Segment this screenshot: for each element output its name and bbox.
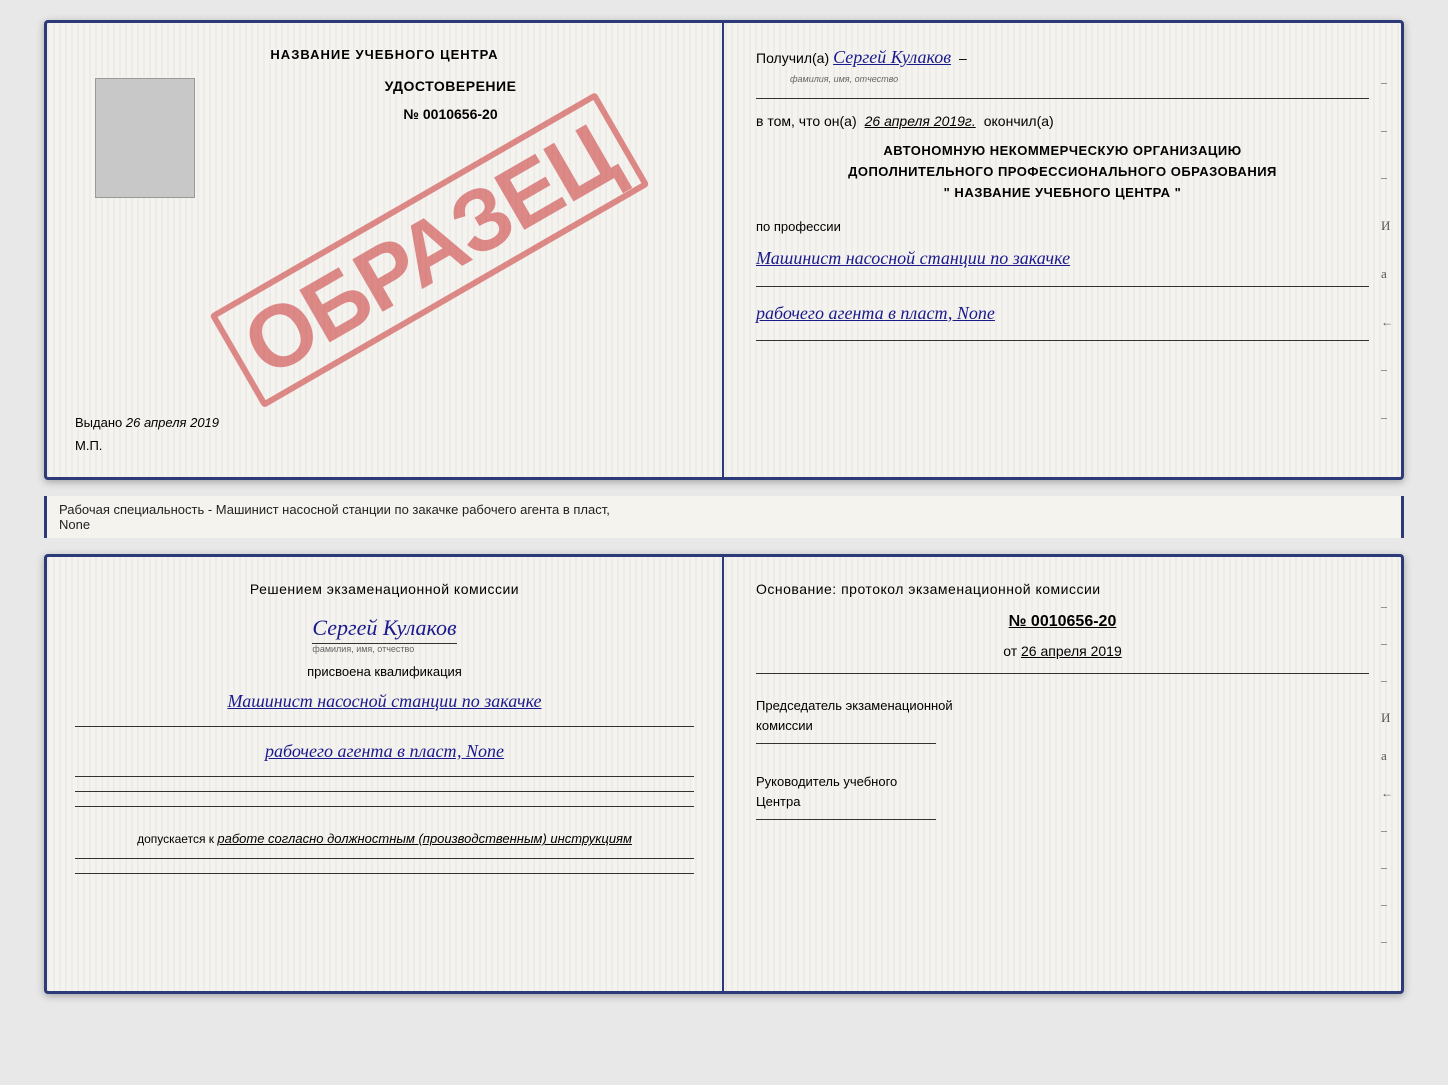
profession-line2: рабочего агента в пласт, None bbox=[756, 301, 1369, 326]
bottom-line-5 bbox=[75, 858, 694, 859]
chairman-label: Председатель экзаменационной комиссии bbox=[756, 696, 1369, 735]
received-line: Получил(а) Сергей Кулаков – bbox=[756, 47, 1369, 68]
fio-sublabel-top: фамилия, имя, отчество bbox=[790, 74, 898, 84]
school-name-top: НАЗВАНИЕ УЧЕБНОГО ЦЕНТРА bbox=[270, 47, 498, 62]
director-block: Руководитель учебного Центра bbox=[756, 772, 1369, 820]
separator-text1: Рабочая специальность - Машинист насосно… bbox=[59, 502, 610, 517]
top-right-panel: Получил(а) Сергей Кулаков – фамилия, имя… bbox=[724, 23, 1401, 477]
profession-line1: Машинист насосной станции по закачке bbox=[756, 246, 1369, 271]
dash1: – bbox=[959, 50, 967, 66]
director-signature-line bbox=[756, 819, 936, 820]
completed-date: 26 апреля 2019г. bbox=[865, 113, 976, 129]
date-line: в том, что он(а) 26 апреля 2019г. окончи… bbox=[756, 113, 1369, 129]
org-line3: " НАЗВАНИЕ УЧЕБНОГО ЦЕНТРА " bbox=[756, 183, 1369, 204]
bottom-left-panel: Решением экзаменационной комиссии Сергей… bbox=[47, 557, 724, 991]
completed-label: окончил(а) bbox=[984, 113, 1054, 129]
protocol-date-prefix: от bbox=[1003, 643, 1017, 659]
bottom-line-2 bbox=[75, 776, 694, 777]
received-label: Получил(а) bbox=[756, 50, 829, 66]
допускается-label: допускается к bbox=[137, 832, 214, 846]
bottom-line-3 bbox=[75, 791, 694, 792]
top-left-panel: НАЗВАНИЕ УЧЕБНОГО ЦЕНТРА УДОСТОВЕРЕНИЕ №… bbox=[47, 23, 724, 477]
bottom-right-panel: Основание: протокол экзаменационной коми… bbox=[724, 557, 1401, 991]
chairman-block: Председатель экзаменационной комиссии bbox=[756, 696, 1369, 744]
in-that-label: в том, что он(а) bbox=[756, 113, 857, 129]
bottom-line-6 bbox=[75, 873, 694, 874]
fio-sublabel-bottom: фамилия, имя, отчество bbox=[312, 644, 456, 654]
chairman-signature-line bbox=[756, 743, 936, 744]
issued-date: 26 апреля 2019 bbox=[126, 415, 219, 430]
separator: Рабочая специальность - Машинист насосно… bbox=[44, 496, 1404, 538]
profession-label: по профессии bbox=[756, 219, 1369, 234]
qualification-label: присвоена квалификация bbox=[307, 664, 462, 679]
issued-line: Выдано 26 апреля 2019 bbox=[75, 415, 694, 430]
qualification-line1: Машинист насосной станции по закачке bbox=[227, 689, 541, 714]
person-name-block: Сергей Кулаков фамилия, имя, отчество bbox=[312, 615, 456, 654]
org-line2: ДОПОЛНИТЕЛЬНОГО ПРОФЕССИОНАЛЬНОГО ОБРАЗО… bbox=[756, 162, 1369, 183]
right-edge-marks: – – – И а ← – – bbox=[1381, 23, 1393, 477]
bottom-document-card: Решением экзаменационной комиссии Сергей… bbox=[44, 554, 1404, 994]
photo-placeholder bbox=[95, 78, 195, 198]
допускается-line: допускается к работе согласно должностны… bbox=[137, 831, 632, 846]
separator-text2: None bbox=[59, 517, 90, 532]
director-label: Руководитель учебного Центра bbox=[756, 772, 1369, 811]
protocol-date: 26 апреля 2019 bbox=[1021, 643, 1122, 659]
org-block: АВТОНОМНУЮ НЕКОММЕРЧЕСКУЮ ОРГАНИЗАЦИЮ ДО… bbox=[756, 141, 1369, 203]
bottom-right-line-1 bbox=[756, 673, 1369, 674]
issued-label: Выдано bbox=[75, 415, 122, 430]
fio-label-row: фамилия, имя, отчество bbox=[756, 74, 1369, 84]
org-line1: АВТОНОМНУЮ НЕКОММЕРЧЕСКУЮ ОРГАНИЗАЦИЮ bbox=[756, 141, 1369, 162]
protocol-date-line: от 26 апреля 2019 bbox=[756, 643, 1369, 659]
top-document-card: НАЗВАНИЕ УЧЕБНОГО ЦЕНТРА УДОСТОВЕРЕНИЕ №… bbox=[44, 20, 1404, 480]
qualification-line2: рабочего агента в пласт, None bbox=[265, 739, 504, 764]
line-3 bbox=[756, 340, 1369, 341]
bottom-right-edge-marks: – – – И а ← – – – – bbox=[1381, 557, 1393, 991]
bottom-line-1 bbox=[75, 726, 694, 727]
cert-center-content: УДОСТОВЕРЕНИЕ № 0010656-20 bbox=[207, 78, 694, 134]
photo-content-row: УДОСТОВЕРЕНИЕ № 0010656-20 bbox=[75, 78, 694, 214]
person-name-bottom: Сергей Кулаков bbox=[312, 615, 456, 644]
protocol-number: № 0010656-20 bbox=[756, 613, 1369, 631]
commission-title: Решением экзаменационной комиссии bbox=[250, 581, 519, 597]
basis-title: Основание: протокол экзаменационной коми… bbox=[756, 581, 1369, 597]
допускается-value: работе согласно должностным (производств… bbox=[217, 831, 632, 846]
cert-title: УДОСТОВЕРЕНИЕ bbox=[385, 78, 517, 94]
recipient-name: Сергей Кулаков bbox=[833, 47, 951, 68]
line-1 bbox=[756, 98, 1369, 99]
line-2 bbox=[756, 286, 1369, 287]
mp-line: М.П. bbox=[75, 438, 102, 453]
cert-number: № 0010656-20 bbox=[403, 106, 497, 122]
bottom-line-4 bbox=[75, 806, 694, 807]
